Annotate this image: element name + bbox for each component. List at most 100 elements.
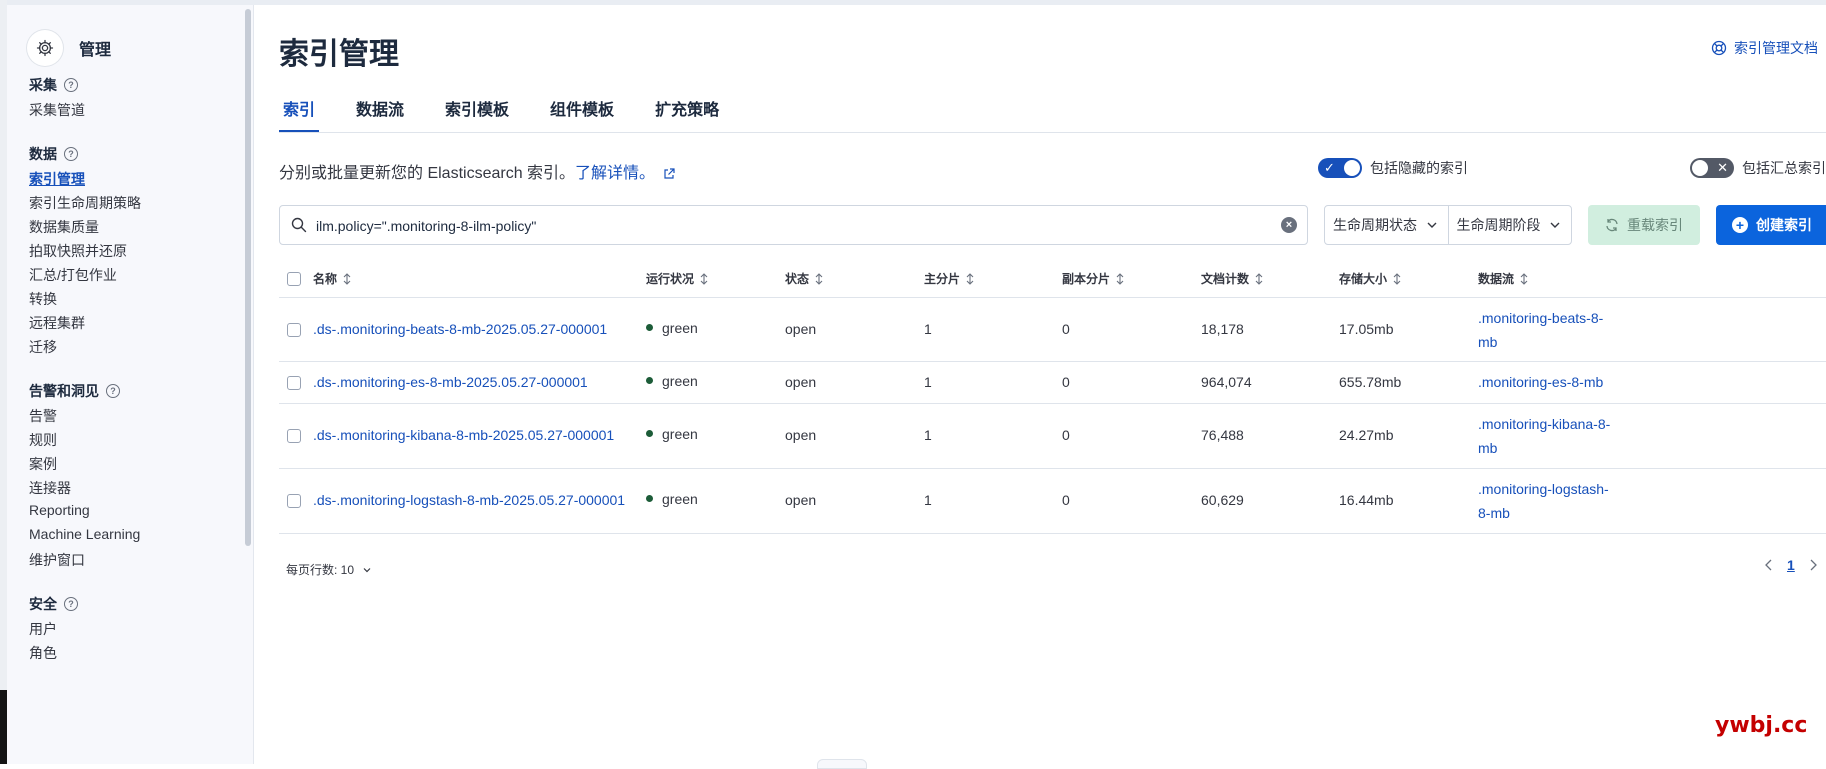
- include-rollup-toggle[interactable]: ✕ 包括汇总索引: [1690, 158, 1826, 178]
- search-input[interactable]: [314, 214, 1258, 238]
- sort-icon: [966, 272, 974, 285]
- sidebar-item-machine-learning[interactable]: Machine Learning: [29, 526, 140, 542]
- reload-indices-button[interactable]: 重载索引: [1588, 205, 1700, 245]
- column-header-primary[interactable]: 主分片: [924, 270, 975, 287]
- sidebar: 管理 采集? 采集管道 数据? 索引管理 索引生命周期策略 数据集质量 拍取快照…: [7, 5, 254, 764]
- index-name-link[interactable]: .ds-.monitoring-logstash-8-mb-2025.05.27…: [313, 492, 625, 508]
- window-edge-dark: [0, 690, 7, 764]
- column-label: 运行状况: [646, 272, 695, 286]
- help-icon[interactable]: ?: [64, 597, 78, 611]
- row-checkbox[interactable]: [287, 494, 301, 508]
- data-stream-link[interactable]: .monitoring-logstash-8-mb: [1478, 477, 1618, 525]
- column-header-data-stream[interactable]: 数据流: [1478, 270, 1529, 287]
- chevron-down-icon: [363, 567, 371, 572]
- sidebar-item-remote-clusters[interactable]: 远程集群: [29, 313, 85, 333]
- data-stream-link[interactable]: .monitoring-kibana-8-mb: [1478, 412, 1618, 460]
- clear-icon[interactable]: ×: [1281, 217, 1297, 233]
- window-edge: [0, 0, 7, 764]
- sidebar-section-alerts: 告警和洞见?: [29, 381, 120, 401]
- sidebar-title: 管理: [79, 42, 112, 59]
- column-label: 主分片: [924, 272, 961, 286]
- column-header-health[interactable]: 运行状况: [646, 270, 709, 287]
- lifecycle-filters: 生命周期状态 生命周期阶段: [1324, 205, 1572, 245]
- sidebar-item-ilm-policies[interactable]: 索引生命周期策略: [29, 193, 141, 213]
- tab-component-templates[interactable]: 组件模板: [546, 93, 618, 133]
- section-title: 采集: [29, 77, 57, 93]
- sidebar-item-connectors[interactable]: 连接器: [29, 478, 71, 498]
- lifecycle-phase-filter[interactable]: 生命周期阶段: [1447, 206, 1572, 244]
- column-label: 副本分片: [1062, 272, 1111, 286]
- chevron-right-icon[interactable]: [1807, 558, 1819, 572]
- learn-more-link[interactable]: 了解详情。: [575, 165, 655, 182]
- chevron-left-icon[interactable]: [1763, 558, 1775, 572]
- refresh-icon: [1606, 218, 1618, 232]
- column-header-replica[interactable]: 副本分片: [1062, 270, 1125, 287]
- lifecycle-status-filter[interactable]: 生命周期状态: [1325, 206, 1448, 244]
- sidebar-item-users[interactable]: 用户: [29, 619, 57, 639]
- column-header-name[interactable]: 名称: [313, 270, 352, 287]
- sidebar-item-transforms[interactable]: 转换: [29, 289, 57, 309]
- reload-label: 重载索引: [1627, 217, 1683, 233]
- sidebar-item-index-management[interactable]: 索引管理: [29, 169, 85, 189]
- sidebar-item-roles[interactable]: 角色: [29, 643, 57, 663]
- select-all-checkbox[interactable]: [287, 272, 301, 286]
- rows-per-page-label: 每页行数: 10: [286, 563, 355, 577]
- sidebar-item-migrate[interactable]: 迁移: [29, 337, 57, 357]
- row-checkbox[interactable]: [287, 429, 301, 443]
- sidebar-item-cases[interactable]: 案例: [29, 454, 57, 474]
- description-text: 分别或批量更新您的 Elasticsearch 索引。: [279, 165, 576, 182]
- data-stream-link[interactable]: .monitoring-es-8-mb: [1478, 374, 1603, 390]
- help-icon[interactable]: ?: [106, 384, 120, 398]
- sidebar-scrollbar[interactable]: [245, 9, 251, 546]
- bottom-handle[interactable]: [817, 759, 867, 769]
- sidebar-item-reporting[interactable]: Reporting: [29, 502, 90, 518]
- status-cell: open: [785, 321, 817, 337]
- storage-size-cell: 16.44mb: [1339, 492, 1394, 508]
- help-icon[interactable]: ?: [64, 78, 78, 92]
- index-name-link[interactable]: .ds-.monitoring-kibana-8-mb-2025.05.27-0…: [313, 427, 614, 443]
- column-header-storage-size[interactable]: 存储大小: [1339, 270, 1402, 287]
- health-dot: [646, 377, 653, 384]
- rows-per-page-selector[interactable]: 每页行数: 10: [286, 561, 372, 578]
- sidebar-item-rollup-jobs[interactable]: 汇总/打包作业: [29, 265, 117, 285]
- docs-link[interactable]: 索引管理文档: [1711, 38, 1818, 58]
- cross-icon: ✕: [1717, 160, 1728, 175]
- tab-index-templates[interactable]: 索引模板: [441, 93, 513, 133]
- help-icon[interactable]: ?: [64, 147, 78, 161]
- table-row: .ds-.monitoring-kibana-8-mb-2025.05.27-0…: [279, 404, 1826, 469]
- sidebar-item-maintenance-windows[interactable]: 维护窗口: [29, 550, 85, 570]
- table-row: .ds-.monitoring-logstash-8-mb-2025.05.27…: [279, 469, 1826, 534]
- sidebar-item-ingest-pipelines[interactable]: 采集管道: [29, 100, 85, 120]
- index-name-link[interactable]: .ds-.monitoring-beats-8-mb-2025.05.27-00…: [313, 321, 607, 337]
- include-hidden-toggle[interactable]: ✓ 包括隐藏的索引: [1318, 158, 1468, 178]
- sidebar-item-rules[interactable]: 规则: [29, 430, 57, 450]
- external-link-icon[interactable]: [663, 168, 675, 180]
- column-header-status[interactable]: 状态: [785, 270, 824, 287]
- sidebar-section-security: 安全?: [29, 594, 78, 614]
- create-index-button[interactable]: + 创建索引: [1716, 205, 1826, 245]
- tab-enrich-policies[interactable]: 扩充策略: [651, 93, 723, 133]
- row-checkbox[interactable]: [287, 323, 301, 337]
- page-number-button[interactable]: 1: [1787, 557, 1795, 573]
- toggle-switch-off[interactable]: ✕: [1690, 158, 1734, 178]
- row-checkbox[interactable]: [287, 376, 301, 390]
- toggle-switch-on[interactable]: ✓: [1318, 158, 1362, 178]
- toggle-knob: [1344, 160, 1360, 176]
- sidebar-item-dataset-quality[interactable]: 数据集质量: [29, 217, 99, 237]
- tab-indices[interactable]: 索引: [279, 93, 320, 133]
- tab-data-streams[interactable]: 数据流: [352, 93, 408, 133]
- primary-cell: 1: [924, 374, 932, 390]
- sidebar-item-snapshot-restore[interactable]: 拍取快照并还原: [29, 241, 127, 261]
- search-bar[interactable]: ×: [279, 205, 1308, 245]
- watermark: ywbj.cc: [1715, 713, 1808, 738]
- sidebar-item-alerts[interactable]: 告警: [29, 406, 57, 426]
- sort-icon: [700, 272, 708, 285]
- data-stream-link[interactable]: .monitoring-beats-8-mb: [1478, 306, 1618, 354]
- sort-icon: [343, 272, 351, 285]
- chevron-down-icon: [1550, 222, 1560, 228]
- column-header-docs-count[interactable]: 文档计数: [1201, 270, 1264, 287]
- table-header: 名称 运行状况 状态 主分片 副本分片 文档计数 存储大小 数据流: [279, 261, 1826, 298]
- health-label: green: [662, 491, 698, 507]
- chevron-down-icon: [1427, 222, 1436, 228]
- index-name-link[interactable]: .ds-.monitoring-es-8-mb-2025.05.27-00000…: [313, 374, 588, 390]
